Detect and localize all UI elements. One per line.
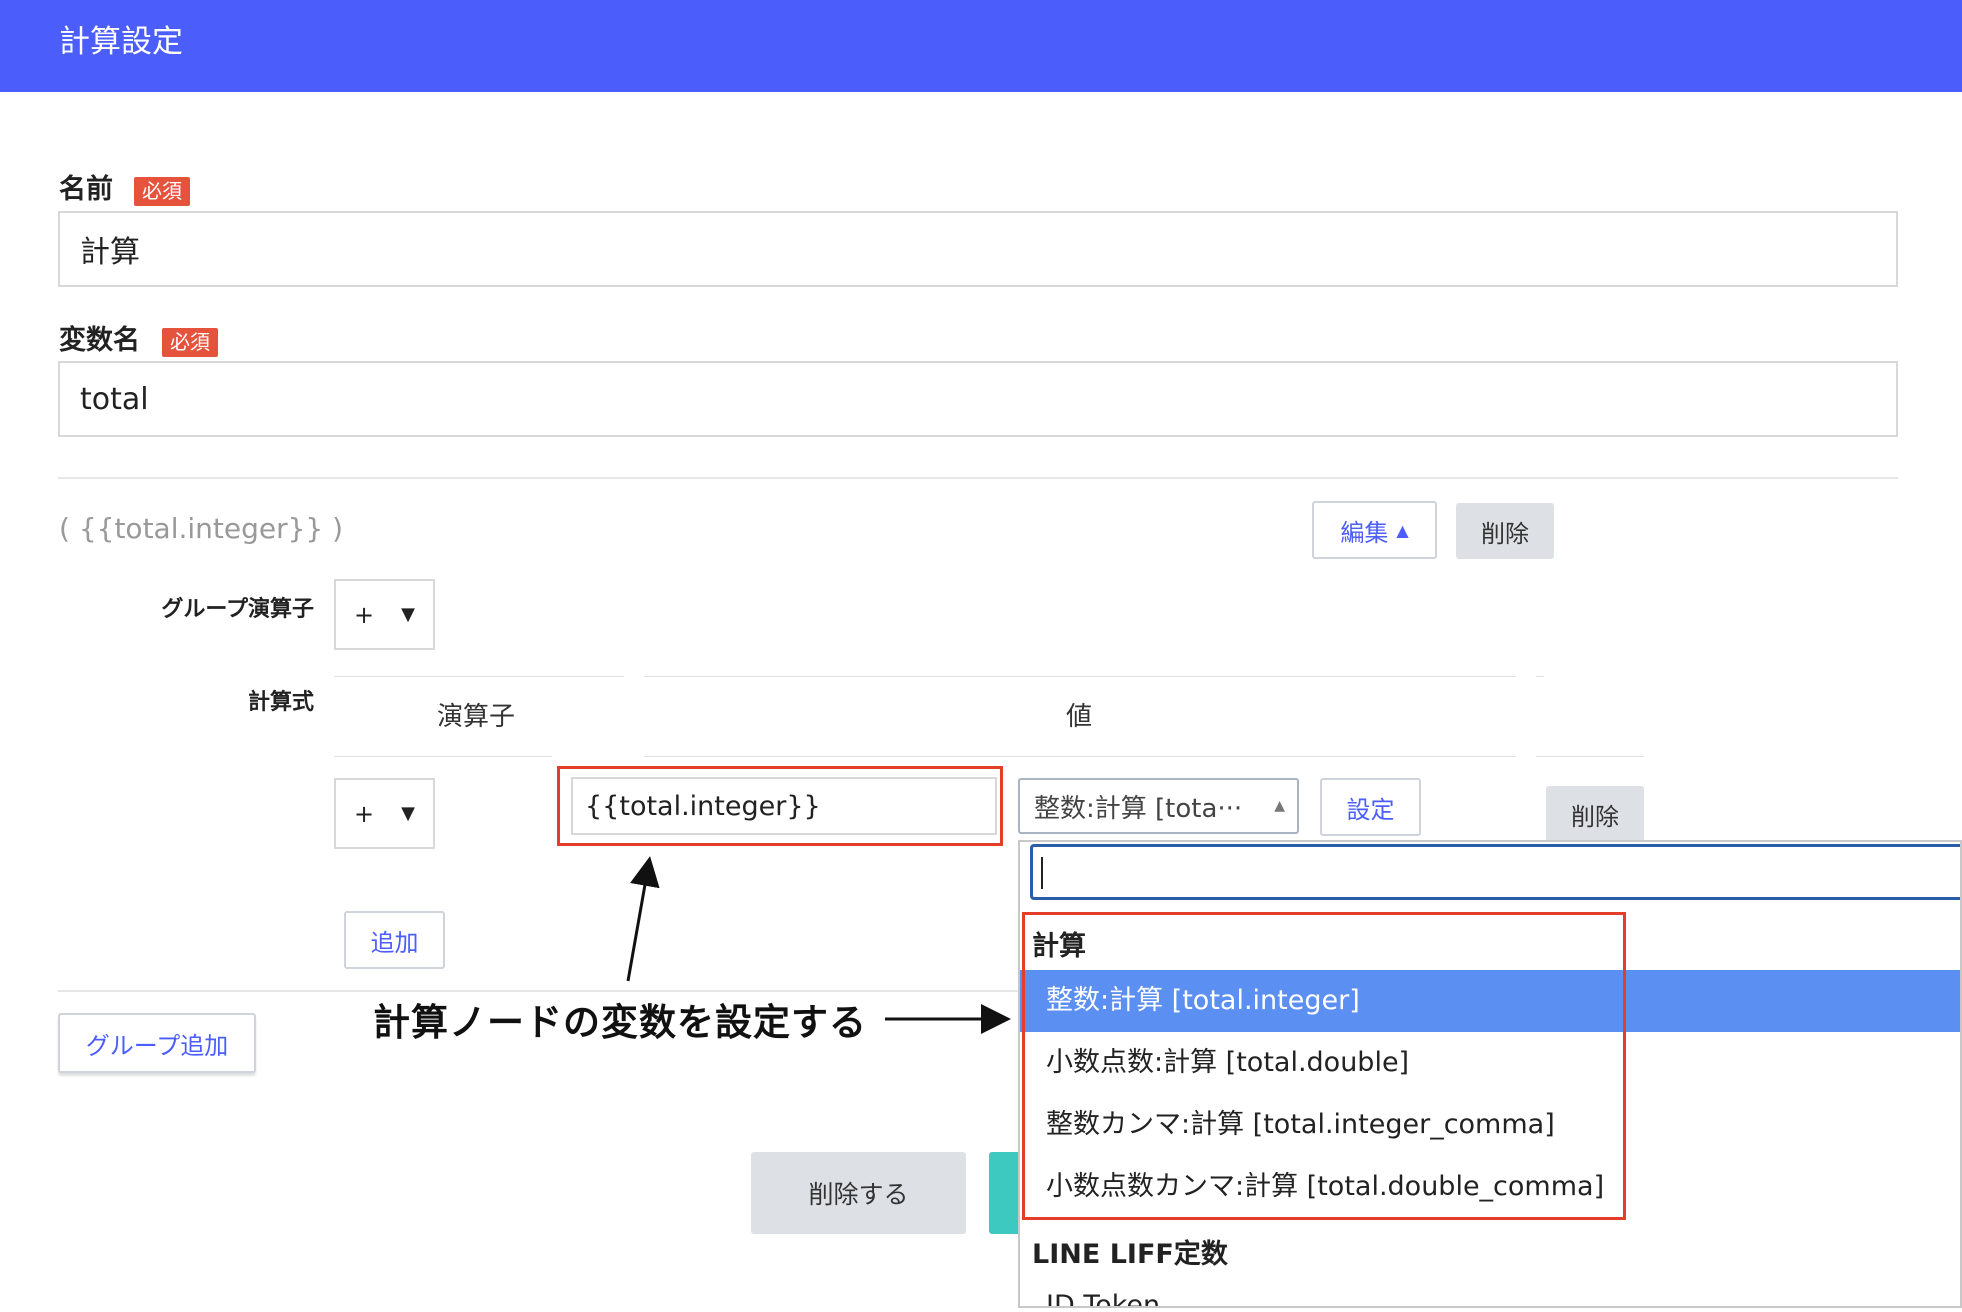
dropdown-group-label: LINE LIFF定数: [1032, 1239, 1228, 1270]
text-cursor: [1041, 857, 1043, 889]
dropdown-option[interactable]: ID Token: [1046, 1290, 1160, 1306]
variable-dropdown: 計算 整数:計算 [total.integer] 小数点数:計算 [total.…: [1018, 840, 1962, 1308]
options-highlight-box: [1022, 912, 1626, 1220]
dropdown-search-input[interactable]: [1030, 844, 1960, 900]
annotation-arrow-up: [626, 856, 660, 982]
